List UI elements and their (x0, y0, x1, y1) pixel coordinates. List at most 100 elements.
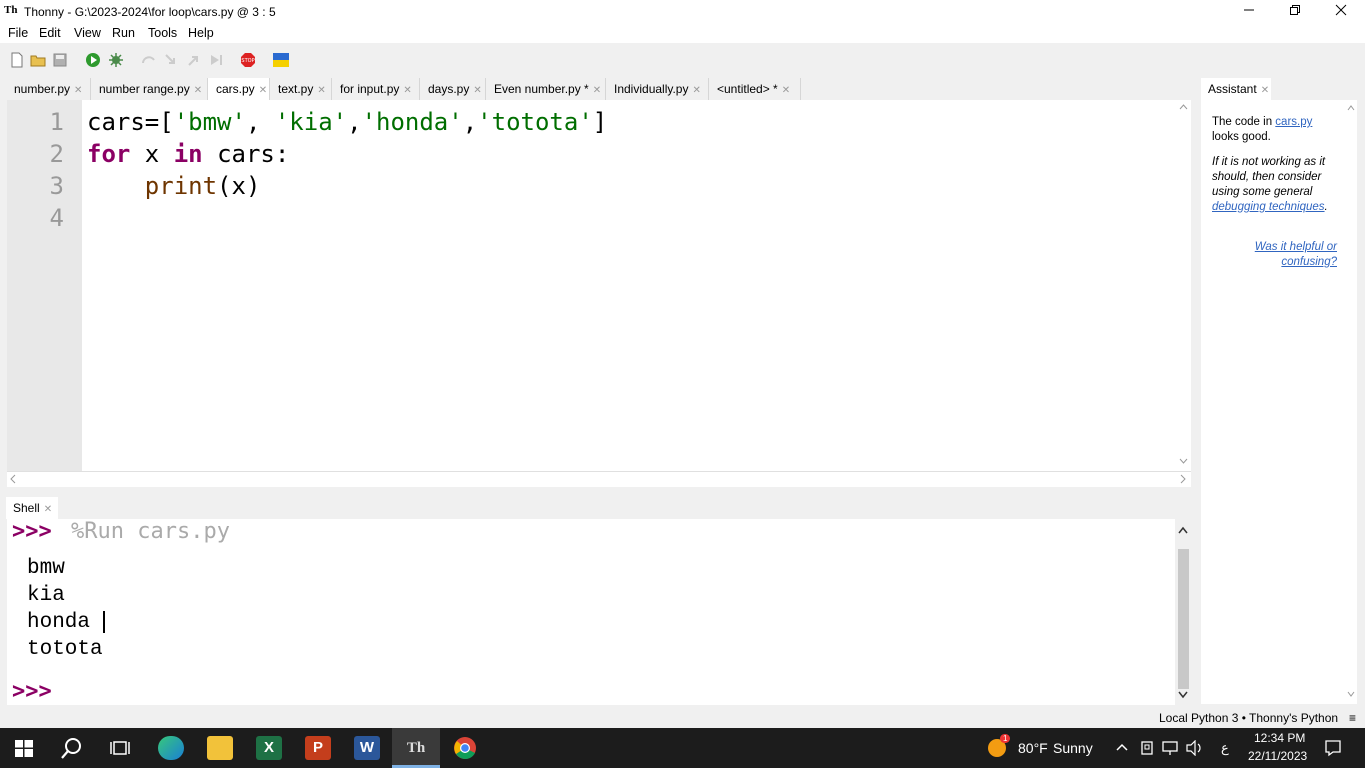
assistant-panel: The code in cars.py looks good. If it is… (1201, 100, 1357, 704)
tab-for-input-py[interactable]: for input.py ✕ (332, 78, 420, 100)
weather-condition[interactable]: Sunny (1053, 740, 1093, 756)
step-out-icon (188, 56, 198, 66)
line-number: 3 (49, 172, 64, 200)
cars-py-link[interactable]: cars.py (1275, 116, 1312, 128)
excel-icon[interactable]: X (256, 736, 282, 760)
tab-assistant[interactable]: Assistant ✕ (1201, 78, 1271, 100)
menu-edit[interactable]: Edit (39, 26, 61, 40)
thonny-taskbar-icon[interactable]: Th (403, 736, 429, 760)
status-menu-icon[interactable]: ≡ (1349, 711, 1356, 725)
notifications-icon[interactable] (1324, 739, 1342, 757)
scrollbar-thumb[interactable] (1178, 549, 1189, 689)
menu-view[interactable]: View (74, 26, 101, 40)
word-icon[interactable]: W (354, 736, 380, 760)
tab-cars-py[interactable]: cars.py ✕ (208, 78, 270, 101)
menu-tools[interactable]: Tools (148, 26, 177, 40)
assistant-summary: The code in cars.py looks good. (1212, 116, 1313, 143)
tab-close-icon[interactable]: ✕ (473, 85, 481, 96)
menu-run[interactable]: Run (112, 26, 135, 40)
tab-shell[interactable]: Shell ✕ (6, 497, 58, 519)
tab-text-py[interactable]: text.py ✕ (270, 78, 332, 100)
resume-icon (211, 55, 222, 65)
toolbar: STOP (0, 45, 1365, 75)
shell-vertical-scrollbar[interactable] (1175, 519, 1191, 705)
code-line-2: for x in cars: (87, 140, 290, 168)
tab-untitled[interactable]: <untitled> * ✕ (709, 78, 801, 100)
stop-icon[interactable]: STOP (240, 52, 256, 68)
assistant-feedback: Was it helpful or confusing? (1212, 240, 1337, 270)
menu-help[interactable]: Help (188, 26, 214, 40)
editor-vertical-scrollbar[interactable] (1176, 100, 1191, 471)
tab-days-py[interactable]: days.py ✕ (420, 78, 486, 100)
debug-icon[interactable] (108, 52, 124, 68)
open-folder-icon[interactable] (30, 52, 46, 68)
feedback-link[interactable]: Was it helpful or confusing? (1255, 241, 1337, 268)
restore-button[interactable] (1272, 0, 1318, 23)
clock-date[interactable]: 22/11/2023 (1248, 749, 1307, 763)
shell-output-line: kia (27, 584, 65, 607)
device-icon[interactable] (1140, 740, 1154, 756)
shell-console[interactable]: >>> %Run cars.py bmw kia honda totota >>… (7, 519, 1191, 705)
thonny-app-icon: Th (4, 4, 18, 16)
tab-even-number-py[interactable]: Even number.py * ✕ (486, 78, 606, 100)
file-explorer-icon[interactable] (207, 736, 233, 760)
tab-close-icon[interactable]: ✕ (593, 85, 601, 96)
shell-output-line: bmw (27, 557, 65, 580)
windows-taskbar: X P W Th 1 80°F Sunny ع 12:34 PM 22/11/2… (0, 728, 1365, 768)
tab-number-range-py[interactable]: number range.py ✕ (91, 78, 208, 100)
task-view-icon[interactable] (110, 739, 130, 757)
shell-prompt: >>> (12, 679, 52, 704)
network-icon[interactable] (1162, 740, 1180, 756)
debugging-techniques-link[interactable]: debugging techniques (1212, 201, 1325, 213)
chrome-icon[interactable] (452, 736, 478, 760)
menu-file[interactable]: File (8, 26, 28, 40)
status-bar: Local Python 3 • Thonny's Python ≡ (0, 706, 1365, 728)
tab-close-icon[interactable]: ✕ (194, 85, 202, 96)
tab-close-icon[interactable]: ✕ (44, 504, 52, 515)
tab-close-icon[interactable]: ✕ (692, 85, 700, 96)
tab-close-icon[interactable]: ✕ (74, 85, 82, 96)
close-window-button[interactable] (1318, 0, 1364, 23)
search-icon[interactable] (61, 737, 83, 759)
shell-command: %Run cars.py (71, 519, 230, 544)
shell-prompt: >>> (12, 519, 52, 544)
step-over-icon (142, 56, 155, 64)
run-icon[interactable] (85, 52, 101, 68)
editor-horizontal-scrollbar[interactable] (7, 471, 1191, 487)
step-into-icon (165, 54, 175, 64)
powerpoint-icon[interactable]: P (305, 736, 331, 760)
show-hidden-icons-chevron-icon[interactable] (1116, 743, 1128, 751)
save-icon[interactable] (52, 52, 68, 68)
interpreter-selector[interactable]: Local Python 3 • Thonny's Python (1159, 711, 1338, 725)
shell-output-line: honda (27, 611, 91, 634)
volume-icon[interactable] (1186, 740, 1204, 756)
assistant-hint: If it is not working as it should, then … (1212, 156, 1328, 213)
code-editor[interactable]: 1 2 3 4 cars=['bmw', 'kia','honda','toto… (7, 100, 1191, 471)
restore-icon (1290, 5, 1300, 15)
tab-close-icon[interactable]: ✕ (317, 85, 325, 96)
tab-individually-py[interactable]: Individually.py ✕ (606, 78, 709, 100)
minimize-icon (1244, 9, 1254, 11)
tab-close-icon[interactable]: ✕ (1261, 85, 1269, 96)
line-number: 4 (49, 204, 64, 232)
tab-close-icon[interactable]: ✕ (259, 85, 267, 96)
clock-time[interactable]: 12:34 PM (1254, 731, 1305, 745)
ukraine-flag-icon[interactable] (273, 52, 289, 68)
scroll-arrows-icon (1347, 105, 1355, 697)
weather-badge: 1 (1000, 734, 1011, 743)
new-file-icon[interactable] (9, 52, 25, 68)
input-language[interactable]: ع (1221, 740, 1229, 756)
line-number: 1 (49, 108, 64, 136)
tab-close-icon[interactable]: ✕ (403, 85, 411, 96)
tab-close-icon[interactable]: ✕ (782, 85, 790, 96)
scroll-arrows-icon (10, 474, 1186, 484)
code-line-3: print(x) (144, 172, 261, 200)
weather-temperature[interactable]: 80°F (1018, 740, 1048, 756)
code-line-1: cars=['bmw', 'kia','honda','totota'] (87, 108, 608, 136)
scroll-arrows-icon (1179, 104, 1188, 464)
minimize-button[interactable] (1226, 0, 1272, 23)
tab-number-py[interactable]: number.py ✕ (6, 78, 91, 100)
edge-browser-icon[interactable] (158, 736, 184, 760)
text-cursor (103, 611, 105, 633)
windows-start-icon[interactable] (15, 740, 33, 757)
